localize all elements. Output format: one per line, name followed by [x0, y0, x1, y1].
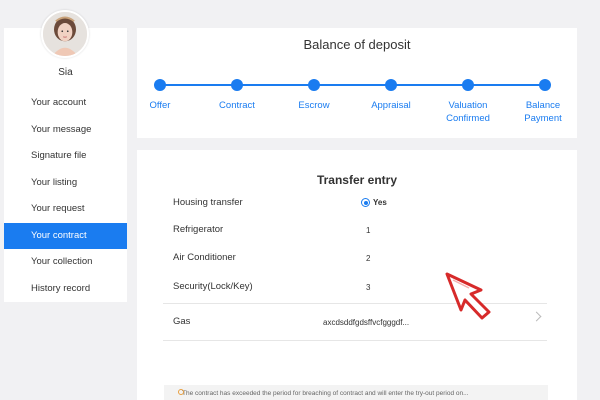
step-label-valuation-confirmed: Valuation Confirmed: [446, 100, 490, 124]
contract-notice: The contract has exceeded the period for…: [164, 385, 548, 400]
sidebar-item-your-listing[interactable]: Your listing: [4, 170, 127, 197]
avatar-image: [43, 12, 87, 56]
username: Sia: [58, 67, 73, 78]
hand-pointer-arrow-icon: [445, 272, 491, 320]
step-dot-balance-payment[interactable]: [539, 79, 551, 91]
transfer-title: Transfer entry: [316, 173, 398, 187]
step-label-offer: Offer: [149, 100, 171, 111]
sidebar-menu: Your account Your message Signature file…: [4, 90, 127, 302]
radio-selected-icon[interactable]: [361, 198, 370, 207]
notice-text: The contract has exceeded the period for…: [182, 390, 469, 397]
sidebar-item-your-message[interactable]: Your message: [4, 117, 127, 144]
step-label-escrow: Escrow: [298, 100, 330, 111]
housing-transfer-value: Yes: [373, 198, 387, 207]
step-label-appraisal: Appraisal: [371, 100, 411, 111]
progress-card: Balance of deposit Offer Contract Escrow…: [137, 28, 577, 138]
step-dot-offer[interactable]: [154, 79, 166, 91]
avatar[interactable]: [41, 10, 89, 58]
step-label-balance-payment: Balance Payment: [524, 100, 562, 124]
chevron-right-icon[interactable]: [531, 311, 542, 322]
row-label-gas: Gas: [173, 316, 191, 327]
step-dot-appraisal[interactable]: [385, 79, 397, 91]
sidebar-item-your-account[interactable]: Your account: [4, 90, 127, 117]
transfer-card: Transfer entry Housing transfer Yes Refr…: [137, 150, 577, 400]
row-label-housing-transfer: Housing transfer: [173, 197, 243, 208]
step-dot-contract[interactable]: [231, 79, 243, 91]
security-value: 3: [366, 283, 371, 292]
sidebar-item-your-contract[interactable]: Your contract: [4, 222, 127, 249]
sidebar-item-history-record[interactable]: History record: [4, 276, 127, 303]
divider: [163, 340, 547, 341]
gas-value: axcdsddfgdsffvcfgggdf...: [323, 318, 410, 327]
row-label-security: Security(Lock/Key): [173, 281, 253, 292]
sidebar-item-your-request[interactable]: Your request: [4, 196, 127, 223]
step-dot-valuation-confirmed[interactable]: [462, 79, 474, 91]
step-label-contract: Contract: [219, 100, 255, 111]
row-label-air-conditioner: Air Conditioner: [173, 252, 236, 263]
air-conditioner-value: 2: [366, 254, 371, 263]
sidebar: Sia Your account Your message Signature …: [4, 10, 127, 302]
row-label-refrigerator: Refrigerator: [173, 224, 224, 235]
warning-icon: [178, 389, 184, 395]
progress-title: Balance of deposit: [303, 37, 411, 52]
progress-track: [160, 84, 544, 86]
sidebar-item-signature-file[interactable]: Signature file: [4, 143, 127, 170]
step-dot-escrow[interactable]: [308, 79, 320, 91]
refrigerator-value: 1: [366, 226, 371, 235]
sidebar-item-your-collection[interactable]: Your collection: [4, 249, 127, 276]
